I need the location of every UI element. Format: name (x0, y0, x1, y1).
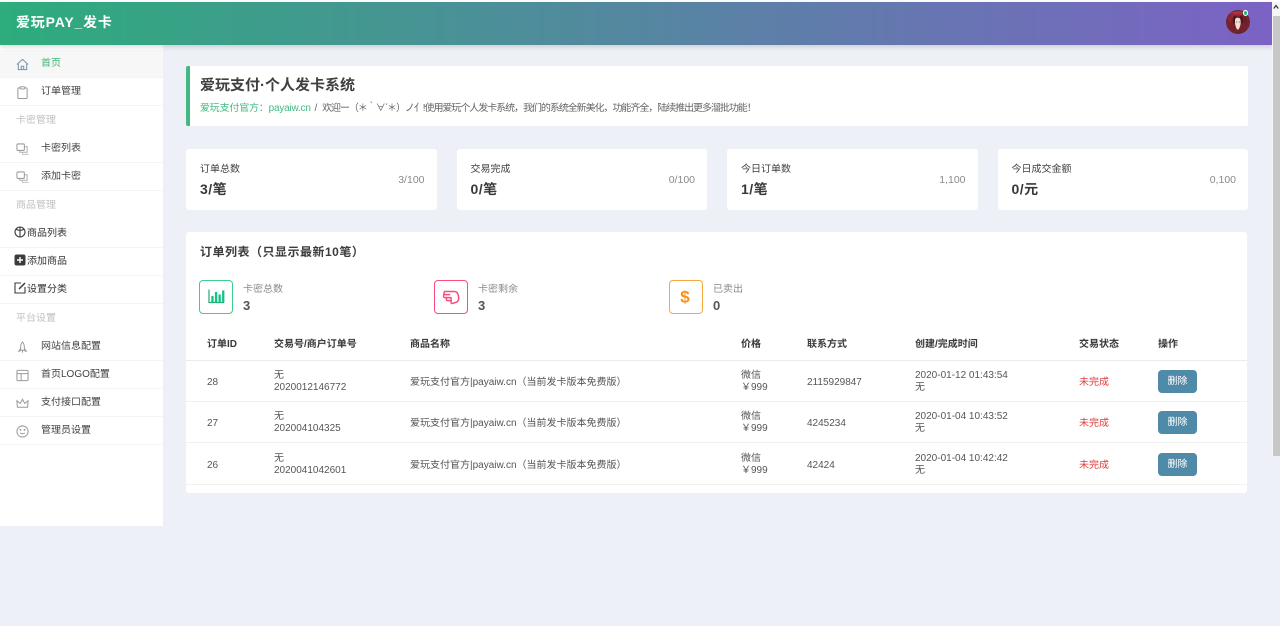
svg-text:$: $ (680, 288, 690, 307)
